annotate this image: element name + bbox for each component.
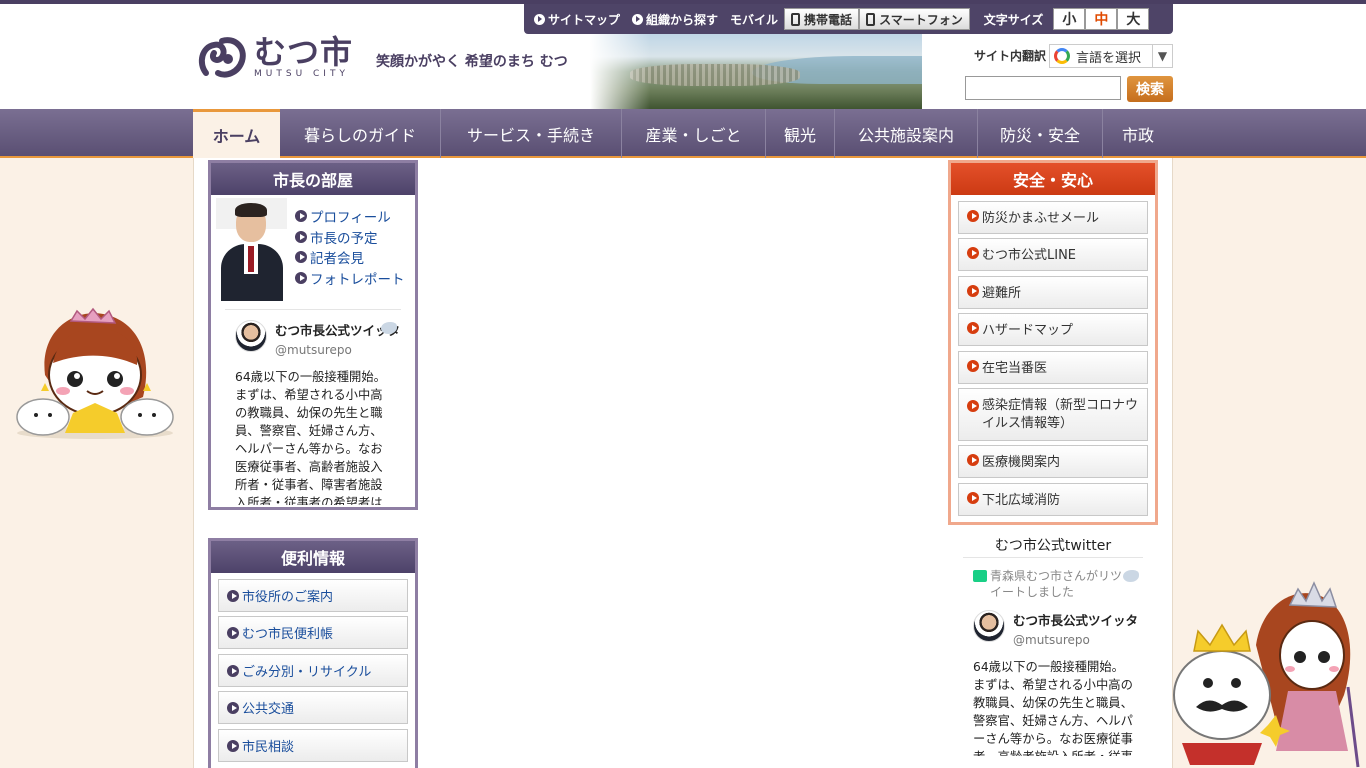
arrow-circle-icon — [967, 247, 979, 259]
org-search-link[interactable]: 組織から探す — [632, 11, 718, 28]
city-twitter-section: むつ市公式twitter 青森県むつ市さんがリツイートしました むつ市長公式ツイ… — [963, 535, 1143, 756]
photo-town — [630, 64, 800, 86]
arrow-circle-icon — [295, 230, 307, 243]
mayor-links: プロフィール 市長の予定 記者会見 フォトレポート — [295, 206, 405, 288]
tweet-text: 64歳以下の一般接種開始。まずは、希望される小中高の教職員、幼保の先生と職員、警… — [235, 370, 386, 505]
language-select[interactable]: 言語を選択 ▼ — [1049, 44, 1173, 68]
retweet-icon — [973, 570, 987, 582]
arrow-circle-icon — [295, 251, 307, 264]
convenience-panel: 便利情報 市役所のご案内 むつ市民便利帳 ごみ分別・リサイクル 公共交通 市民相… — [208, 538, 418, 768]
tweet-author: むつ市長公式ツイッタ @mutsurepo — [225, 310, 401, 360]
arrow-circle-icon — [967, 285, 979, 297]
safety-item-disaster-mail[interactable]: 防災かまふせメール — [958, 201, 1148, 234]
header-aerial-photo — [590, 34, 922, 109]
convenience-item-garbage[interactable]: ごみ分別・リサイクル — [218, 654, 408, 687]
arrow-circle-icon — [967, 360, 979, 372]
font-size-label: 文字サイズ — [983, 12, 1044, 27]
logo-text: むつ市 MUTSU CITY — [254, 35, 353, 79]
arrow-circle-icon — [967, 454, 979, 466]
arrow-circle-icon — [227, 701, 239, 714]
arrow-circle-icon — [227, 664, 239, 677]
utility-bar: サイトマップ 組織から探す モバイル 携帯電話 スマートフォン 文字サイズ 小 … — [524, 4, 1173, 34]
safety-panel-title: 安全・安心 — [951, 163, 1155, 195]
font-size-group: 小 中 大 — [1053, 8, 1150, 30]
arrow-circle-icon — [295, 210, 307, 223]
translate-label: サイト内翻訳 — [974, 49, 1047, 63]
font-size-medium-button[interactable]: 中 — [1085, 8, 1118, 30]
nav-services[interactable]: サービス・手続き — [441, 109, 622, 158]
safety-item-on-duty-doctor[interactable]: 在宅当番医 — [958, 351, 1148, 384]
mobile-label: モバイル — [730, 12, 779, 27]
smartphone-button[interactable]: スマートフォン — [859, 8, 970, 30]
arrow-circle-icon — [967, 322, 979, 334]
mobile-phone-button[interactable]: 携帯電話 — [784, 8, 860, 30]
nav-city-government[interactable]: 市政 — [1103, 109, 1173, 158]
mascot-girl-illustration — [16, 307, 174, 439]
google-icon — [1054, 48, 1070, 64]
site-logo[interactable]: むつ市 MUTSU CITY — [196, 33, 361, 81]
safety-item-shelters[interactable]: 避難所 — [958, 276, 1148, 309]
mayor-panel: 市長の部屋 プロフィール 市長の予定 記者会見 フォトレポート むつ市長公式ツイ… — [208, 160, 418, 510]
smartphone-icon — [866, 12, 876, 26]
nav-industry-jobs[interactable]: 産業・しごと — [622, 109, 766, 158]
arrow-circle-icon — [632, 13, 644, 25]
safety-item-hazard-map[interactable]: ハザードマップ — [958, 313, 1148, 346]
tweet-author-name: むつ市長公式ツイッタ — [1013, 613, 1139, 628]
arrow-circle-icon — [967, 400, 979, 412]
font-size-large-button[interactable]: 大 — [1117, 8, 1150, 30]
nav-home[interactable]: ホーム — [193, 109, 280, 158]
arrow-circle-icon — [227, 739, 239, 752]
convenience-item-consultation[interactable]: 市民相談 — [218, 729, 408, 762]
city-emblem-icon — [198, 37, 246, 78]
avatar — [235, 320, 267, 352]
city-twitter-embed[interactable]: 青森県むつ市さんがリツイートしました むつ市長公式ツイッタ @mutsurepo… — [963, 558, 1143, 756]
language-select-text: 言語を選択 — [1076, 50, 1142, 66]
tweet-text: 64歳以下の一般接種開始。まずは、希望される小中高の教職員、幼保の先生と職員、警… — [973, 660, 1133, 756]
safety-panel: 安全・安心 防災かまふせメール むつ市公式LINE 避難所 ハザードマップ 在宅… — [948, 160, 1158, 525]
safety-item-infection-info[interactable]: 感染症情報（新型コロナウイルス情報等） — [958, 388, 1148, 441]
convenience-item-handbook[interactable]: むつ市民便利帳 — [218, 616, 408, 649]
sitemap-link[interactable]: サイトマップ — [534, 11, 620, 28]
mascot-king-queen-illustration — [1173, 581, 1360, 768]
city-twitter-title: むつ市公式twitter — [963, 535, 1143, 558]
nav-living-guide[interactable]: 暮らしのガイド — [280, 109, 441, 158]
mayor-link-press[interactable]: 記者会見 — [295, 247, 405, 268]
mayor-photo[interactable] — [216, 198, 287, 301]
retweet-note: 青森県むつ市さんがリツイートしました — [963, 558, 1143, 600]
mayor-twitter-embed[interactable]: むつ市長公式ツイッタ @mutsurepo 64歳以下の一般接種開始。まずは、希… — [225, 309, 401, 505]
mayor-panel-title: 市長の部屋 — [211, 163, 415, 195]
phone-icon — [791, 12, 801, 26]
convenience-item-city-hall[interactable]: 市役所のご案内 — [218, 579, 408, 612]
convenience-panel-title: 便利情報 — [211, 541, 415, 573]
safety-item-fire-dept[interactable]: 下北広域消防 — [958, 483, 1148, 516]
convenience-item-transport[interactable]: 公共交通 — [218, 691, 408, 724]
logo-main-text: むつ市 — [254, 33, 354, 71]
font-size-small-button[interactable]: 小 — [1053, 8, 1086, 30]
safety-item-line[interactable]: むつ市公式LINE — [958, 238, 1148, 271]
arrow-circle-icon — [967, 492, 979, 504]
logo-sub-text: MUTSU CITY — [254, 69, 349, 79]
nav-public-facilities[interactable]: 公共施設案内 — [835, 109, 978, 158]
mayor-link-profile[interactable]: プロフィール — [295, 206, 405, 227]
safety-item-medical-institutions[interactable]: 医療機関案内 — [958, 445, 1148, 478]
global-nav: ホーム 暮らしのガイド サービス・手続き 産業・しごと 観光 公共施設案内 防災… — [193, 109, 1173, 158]
tweet-author-handle: @mutsurepo — [1013, 633, 1090, 647]
slogan: 笑顔かがやく 希望のまち むつ — [376, 54, 568, 70]
arrow-circle-icon — [227, 626, 239, 639]
avatar — [973, 610, 1005, 642]
tweet-author: むつ市長公式ツイッタ @mutsurepo — [963, 600, 1143, 650]
search-input[interactable] — [965, 76, 1121, 100]
nav-tourism[interactable]: 観光 — [766, 109, 835, 158]
arrow-circle-icon — [967, 210, 979, 222]
arrow-circle-icon — [534, 13, 545, 25]
mayor-link-photo-report[interactable]: フォトレポート — [295, 268, 405, 289]
tweet-author-handle: @mutsurepo — [275, 343, 352, 357]
arrow-circle-icon — [295, 271, 307, 284]
mayor-link-schedule[interactable]: 市長の予定 — [295, 227, 405, 248]
nav-disaster-safety[interactable]: 防災・安全 — [978, 109, 1103, 158]
search-button[interactable]: 検索 — [1127, 76, 1173, 102]
arrow-circle-icon — [227, 589, 239, 602]
dropdown-arrow-icon: ▼ — [1152, 45, 1172, 67]
